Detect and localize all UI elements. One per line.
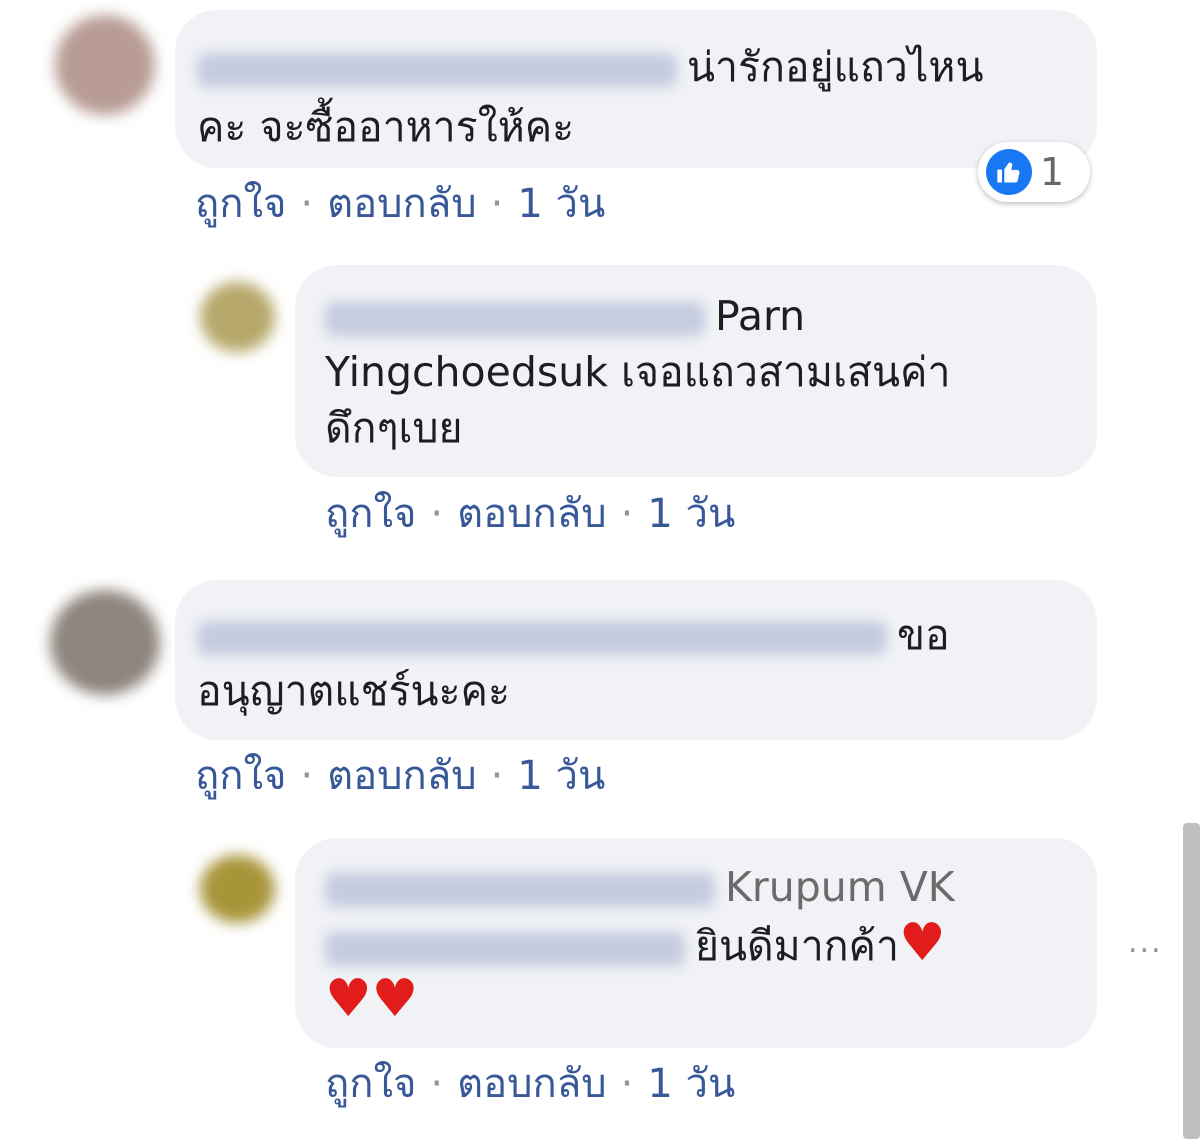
avatar[interactable] <box>200 855 275 923</box>
reply-link[interactable]: ตอบกลับ <box>327 753 477 799</box>
like-link[interactable]: ถูกใจ <box>325 491 416 537</box>
reaction-count: 1 <box>1040 150 1065 194</box>
avatar[interactable] <box>50 590 160 695</box>
separator: · <box>430 1061 444 1107</box>
separator: · <box>620 491 634 537</box>
blurred-author-name[interactable] <box>197 53 677 87</box>
comment-text: อนุญาตแชร์นะคะ <box>197 667 511 715</box>
separator: · <box>620 1061 634 1107</box>
reply-link[interactable]: ตอบกลับ <box>327 181 477 227</box>
comment-bubble: ขอ อนุญาตแชร์นะคะ <box>175 580 1097 740</box>
timestamp[interactable]: 1 วัน <box>517 181 605 227</box>
timestamp[interactable]: 1 วัน <box>647 1061 735 1107</box>
comment-bubble: Parn Yingchoedsuk เจอแถวสามเสนค่า ดึกๆเบ… <box>295 265 1097 477</box>
avatar[interactable] <box>55 15 155 115</box>
like-link[interactable]: ถูกใจ <box>195 181 286 227</box>
heart-emoji: ♥ <box>325 969 372 1029</box>
comment-bubble: น่ารักอยู่แถวไหน คะ จะซื้ออาหารให้คะ <box>175 10 1097 168</box>
like-link[interactable]: ถูกใจ <box>325 1061 416 1107</box>
separator: · <box>490 181 504 227</box>
heart-emoji: ♥ <box>371 969 419 1029</box>
timestamp[interactable]: 1 วัน <box>517 753 605 799</box>
separator: · <box>300 753 314 799</box>
blurred-author-name[interactable] <box>325 873 715 907</box>
comment-bubble: Krupum VK ยินดีมากค้า♥ ♥♥ <box>295 838 1097 1048</box>
more-options-icon[interactable]: ... <box>1128 925 1163 960</box>
blurred-author-name[interactable] <box>197 621 887 655</box>
comment-actions: ถูกใจ · ตอบกลับ · 1 วัน <box>325 490 735 538</box>
separator: · <box>490 753 504 799</box>
like-thumb-icon <box>986 149 1032 195</box>
comment-text: ขอ <box>897 611 950 659</box>
comment-actions: ถูกใจ · ตอบกลับ · 1 วัน <box>195 752 605 800</box>
comment-text: น่ารักอยู่แถวไหน <box>687 43 984 91</box>
comment-text: ดึกๆเบย <box>325 404 463 452</box>
reply-link[interactable]: ตอบกลับ <box>457 491 607 537</box>
blurred-author-name[interactable] <box>325 302 705 336</box>
blurred-tagged-name[interactable] <box>325 932 685 966</box>
scrollbar[interactable] <box>1183 823 1200 1139</box>
avatar[interactable] <box>200 282 275 352</box>
comment-text: Krupum VK <box>725 863 955 911</box>
comment-text: Yingchoedsuk เจอแถวสามเสนค่า <box>325 348 951 396</box>
comment-text: ยินดีมากค้า <box>695 922 899 970</box>
comment-actions: ถูกใจ · ตอบกลับ · 1 วัน <box>325 1060 735 1108</box>
timestamp[interactable]: 1 วัน <box>647 491 735 537</box>
like-link[interactable]: ถูกใจ <box>195 753 286 799</box>
comment-text: คะ จะซื้ออาหารให้คะ <box>197 103 575 151</box>
comment-text: Parn <box>715 292 806 340</box>
separator: · <box>430 491 444 537</box>
comment-actions: ถูกใจ · ตอบกลับ · 1 วัน <box>195 180 605 228</box>
comment-thread: น่ารักอยู่แถวไหน คะ จะซื้ออาหารให้คะ 1 ถ… <box>0 0 1200 1139</box>
reaction-badge[interactable]: 1 <box>978 142 1090 202</box>
heart-emoji: ♥ <box>899 913 946 973</box>
separator: · <box>300 181 314 227</box>
reply-link[interactable]: ตอบกลับ <box>457 1061 607 1107</box>
